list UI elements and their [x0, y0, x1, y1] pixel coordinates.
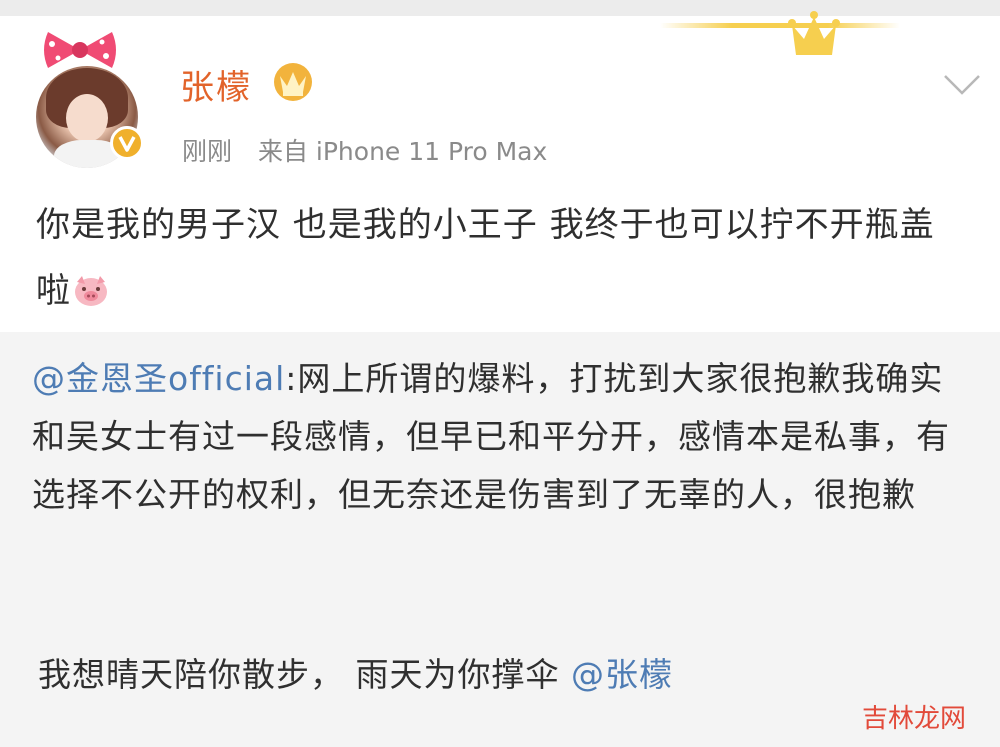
footer-mention-link[interactable]: @张檬 [571, 655, 673, 694]
post-source: 来自 iPhone 11 Pro Max [257, 137, 548, 166]
chevron-down-icon[interactable] [942, 72, 982, 98]
post-text: 你是我的男子汉 也是我的小王子 我终于也可以拧不开瓶盖啦 [36, 192, 966, 324]
site-watermark: 吉林龙网 [862, 704, 967, 734]
decoration-line [660, 23, 900, 28]
verified-badge-icon [110, 126, 144, 160]
pig-emoji [75, 276, 107, 306]
post-body: 你是我的男子汉 也是我的小王子 我终于也可以拧不开瓶盖啦 [36, 205, 935, 311]
crown-icon [274, 63, 312, 101]
repost-text: @金恩圣official:网上所谓的爆料，打扰到大家很抱歉我确实和吴女士有过一段… [32, 350, 972, 524]
avatar[interactable] [34, 26, 144, 168]
footer-body: 我想晴天陪你散步， 雨天为你撑伞 [38, 655, 571, 694]
top-strip [0, 0, 1000, 16]
crown-decoration-icon [788, 11, 840, 55]
bow-icon [44, 32, 116, 68]
repost-footer: 我想晴天陪你散步， 雨天为你撑伞 @张檬 [38, 650, 673, 700]
repost-mention-link[interactable]: @金恩圣official [32, 359, 285, 398]
username[interactable]: 张檬 [180, 60, 252, 109]
post-time: 刚刚 [182, 137, 233, 166]
post-meta: 刚刚 来自 iPhone 11 Pro Max [182, 132, 565, 168]
